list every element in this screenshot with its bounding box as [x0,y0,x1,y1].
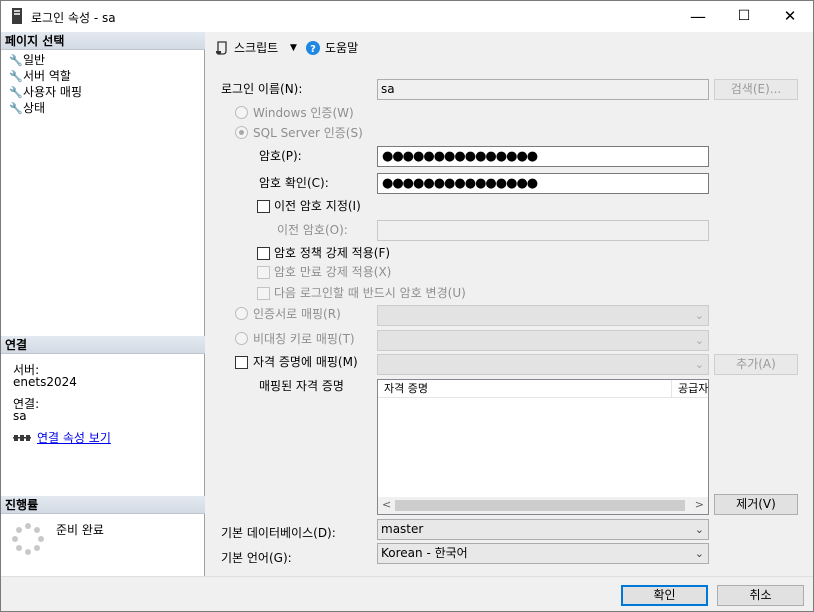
window-title: 로그인 속성 - sa [31,9,116,26]
page-item-general[interactable]: 🔧일반 [9,52,45,68]
confirm-password-label: 암호 확인(C): [259,175,329,191]
confirm-password-mask: ●●●●●●●●●●●●●●● [382,174,537,193]
credentials-list-header: 자격 증명 공급자 [378,380,708,398]
cert-mapped-radio[interactable] [235,307,248,320]
password-input[interactable]: ●●●●●●●●●●●●●●● [377,146,709,167]
mapped-credentials-label: 매핑된 자격 증명 [259,378,344,394]
page-item-label: 일반 [23,53,45,67]
must-change-checkbox[interactable] [257,287,270,300]
password-label: 암호(P): [259,148,302,164]
script-button[interactable]: 스크립트 [234,40,278,56]
toolbar: 스크립트 ▼ ? 도움말 [206,32,814,66]
wrench-icon: 🔧 [9,85,23,101]
close-button[interactable]: ✕ [767,1,813,32]
add-credential-button[interactable]: 추가(A) [714,354,798,375]
windows-auth-radio[interactable] [235,106,248,119]
chevron-down-icon: ⌄ [695,331,704,350]
default-db-combo[interactable]: master ⌄ [377,519,709,540]
server-icon [11,8,23,24]
remove-credential-button[interactable]: 제거(V) [714,494,798,515]
login-name-input[interactable]: sa [377,79,709,100]
chevron-down-icon: ⌄ [695,355,704,374]
cancel-button[interactable]: 취소 [717,585,804,606]
page-item-label: 상태 [23,101,45,115]
default-lang-combo[interactable]: Korean - 한국어 ⌄ [377,543,709,564]
enforce-expiration-label: 암호 만료 강제 적용(X) [274,264,391,280]
sql-auth-label: SQL Server 인증(S) [253,125,363,141]
sql-auth-radio[interactable] [235,126,248,139]
cert-mapped-label: 인증서로 매핑(R) [253,306,341,322]
title-bar: 로그인 속성 - sa — ☐ ✕ [1,1,813,32]
dialog-footer: 확인 취소 [1,576,813,612]
enforce-policy-checkbox[interactable] [257,247,270,260]
page-item-label: 서버 역할 [23,69,71,83]
chevron-down-icon: ⌄ [695,520,704,539]
enforce-policy-label: 암호 정책 강제 적용(F) [274,245,390,261]
script-icon [215,41,229,55]
default-lang-label: 기본 언어(G): [221,550,292,566]
page-item-status[interactable]: 🔧상태 [9,100,45,116]
provider-column-header[interactable]: 공급자 [672,380,708,398]
page-item-server-roles[interactable]: 🔧서버 역할 [9,68,71,84]
server-value: enets2024 [13,374,77,390]
enforce-expiration-checkbox[interactable] [257,266,270,279]
wrench-icon: 🔧 [9,69,23,85]
search-button[interactable]: 검색(E)... [714,79,798,100]
connection-value: sa [13,408,27,424]
chevron-down-icon: ⌄ [695,544,704,563]
confirm-password-input[interactable]: ●●●●●●●●●●●●●●● [377,173,709,194]
minimize-button[interactable]: — [675,1,721,32]
ok-button[interactable]: 확인 [621,585,708,606]
specify-old-password-checkbox[interactable] [257,200,270,213]
scroll-left-icon[interactable]: < [382,498,391,511]
help-button[interactable]: 도움말 [325,40,358,56]
credential-mapped-checkbox[interactable] [235,356,248,369]
scrollbar-thumb[interactable] [395,500,685,511]
old-password-label: 이전 암호(O): [277,222,348,238]
svg-text:?: ? [310,44,316,55]
default-db-label: 기본 데이터베이스(D): [221,525,336,541]
certificate-combo[interactable]: ⌄ [377,305,709,326]
page-select-header: 페이지 선택 [1,32,205,50]
left-panel: 페이지 선택 🔧일반 🔧서버 역할 🔧사용자 매핑 🔧상태 연결 서버: ene… [1,32,205,576]
login-properties-window: 로그인 속성 - sa — ☐ ✕ 페이지 선택 🔧일반 🔧서버 역할 🔧사용자… [0,0,814,612]
asym-key-mapped-label: 비대칭 키로 매핑(T) [253,331,355,347]
view-connection-properties-link[interactable]: 연결 속성 보기 [37,430,111,446]
login-name-label: 로그인 이름(N): [221,81,302,97]
page-item-label: 사용자 매핑 [23,85,82,99]
specify-old-password-label: 이전 암호 지정(I) [274,198,361,214]
asym-key-combo[interactable]: ⌄ [377,330,709,351]
progress-status: 준비 완료 [56,522,104,538]
scroll-right-icon[interactable]: > [695,498,704,511]
chevron-down-icon: ⌄ [695,306,704,325]
windows-auth-label: Windows 인증(W) [253,105,354,121]
asym-key-mapped-radio[interactable] [235,332,248,345]
credential-combo[interactable]: ⌄ [377,354,709,375]
password-mask: ●●●●●●●●●●●●●●● [382,147,537,166]
script-dropdown-arrow-icon[interactable]: ▼ [290,40,297,56]
mapped-credentials-list[interactable]: 자격 증명 공급자 < > [377,379,709,515]
page-item-user-mapping[interactable]: 🔧사용자 매핑 [9,84,82,100]
horizontal-scrollbar[interactable]: < > [378,497,708,514]
help-icon: ? [306,41,320,55]
connection-header: 연결 [1,336,205,354]
must-change-label: 다음 로그인할 때 반드시 암호 변경(U) [274,285,466,301]
credential-mapped-label: 자격 증명에 매핑(M) [253,354,358,370]
old-password-input[interactable] [377,220,709,241]
default-db-value: master [381,522,423,536]
progress-spinner-icon [11,522,45,556]
default-lang-value: Korean - 한국어 [381,546,468,560]
wrench-icon: 🔧 [9,53,23,69]
progress-header: 진행률 [1,496,205,514]
connection-properties-icon [13,432,31,444]
maximize-button[interactable]: ☐ [721,1,767,32]
wrench-icon: 🔧 [9,101,23,117]
credential-column-header[interactable]: 자격 증명 [378,380,672,398]
